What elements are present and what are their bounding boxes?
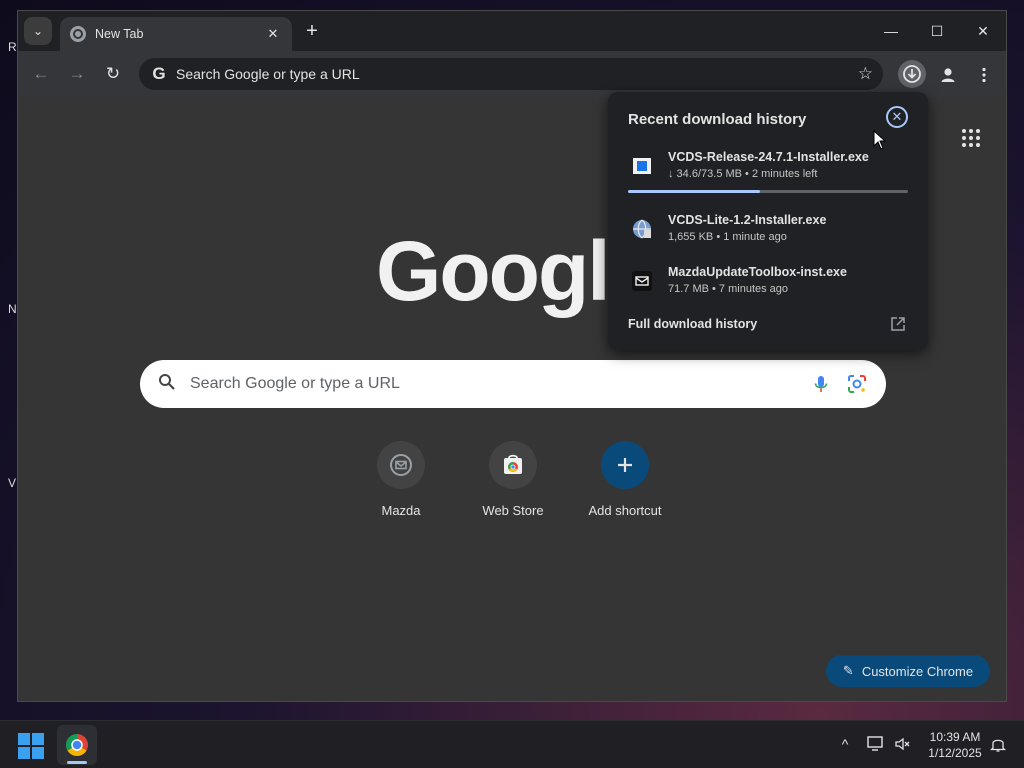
forward-button[interactable]: → xyxy=(64,61,90,87)
download-progress-bar xyxy=(628,190,908,193)
tab-new-tab[interactable]: New Tab ✕ xyxy=(60,17,292,51)
close-tab-icon[interactable]: ✕ xyxy=(264,26,282,42)
maximize-button[interactable]: ☐ xyxy=(914,17,960,45)
close-window-button[interactable]: ✕ xyxy=(960,17,1006,45)
mouse-cursor-icon xyxy=(873,129,887,155)
ntp-search-box[interactable]: Search Google or type a URL xyxy=(140,360,886,408)
download-status: ↓ 34.6/73.5 MB • 2 minutes left xyxy=(668,168,818,180)
new-tab-button[interactable]: + xyxy=(300,19,324,43)
customize-chrome-button[interactable]: ✎ Customize Chrome xyxy=(826,655,990,687)
download-filename: VCDS-Release-24.7.1-Installer.exe xyxy=(668,150,869,164)
desktop-label: N xyxy=(8,302,17,316)
clock-time: 10:39 AM xyxy=(929,730,981,744)
windows-start-icon[interactable] xyxy=(18,733,44,759)
globe-installer-icon xyxy=(630,217,654,241)
google-lens-icon[interactable] xyxy=(846,373,868,395)
google-g-icon: G xyxy=(152,64,166,83)
omnibox-text: Search Google or type a URL xyxy=(176,66,360,82)
clock-date: 1/12/2025 xyxy=(928,746,982,760)
shortcut-web-store[interactable]: Web Store xyxy=(457,441,569,518)
taskbar: ^ 10:39 AM 1/12/2025 xyxy=(0,720,1024,768)
web-store-icon xyxy=(489,441,537,489)
more-vert-icon xyxy=(982,67,986,83)
desktop-label: R xyxy=(8,40,17,54)
tab-strip: ⌄ New Tab ✕ + — ☐ ✕ xyxy=(18,11,1006,51)
voice-search-icon[interactable] xyxy=(810,373,832,395)
tab-title: New Tab xyxy=(95,27,144,41)
chrome-icon xyxy=(66,734,88,756)
shortcut-mazda[interactable]: Mazda xyxy=(345,441,457,518)
back-button[interactable]: ← xyxy=(28,61,54,87)
tab-search-button[interactable]: ⌄ xyxy=(24,17,52,45)
shortcut-label: Add shortcut xyxy=(588,503,662,518)
chevron-down-icon: ⌄ xyxy=(32,24,44,38)
download-filename: VCDS-Lite-1.2-Installer.exe xyxy=(668,213,827,227)
minimize-button[interactable]: — xyxy=(868,17,914,45)
download-icon xyxy=(903,65,921,83)
installer-icon xyxy=(630,154,654,178)
ntp-search-placeholder: Search Google or type a URL xyxy=(190,375,400,392)
plus-icon xyxy=(601,441,649,489)
system-clock[interactable]: 10:39 AM 1/12/2025 xyxy=(920,729,990,761)
download-item[interactable]: MazdaUpdateToolbox-inst.exe 71.7 MB • 7 … xyxy=(628,265,918,303)
chrome-favicon-icon xyxy=(70,26,86,42)
download-filename: MazdaUpdateToolbox-inst.exe xyxy=(668,265,847,279)
bookmark-star-icon[interactable]: ☆ xyxy=(858,64,873,84)
omnibox[interactable]: G Search Google or type a URL ☆ xyxy=(139,58,883,90)
notification-bell-icon[interactable] xyxy=(988,734,1008,754)
active-app-indicator xyxy=(67,761,87,764)
close-icon[interactable]: ✕ xyxy=(886,106,908,128)
download-item[interactable]: VCDS-Lite-1.2-Installer.exe 1,655 KB • 1… xyxy=(628,213,918,251)
download-progress-fill xyxy=(628,190,760,193)
google-apps-icon[interactable] xyxy=(962,129,980,147)
pencil-icon: ✎ xyxy=(842,663,854,678)
profile-icon xyxy=(941,68,955,82)
profile-button[interactable] xyxy=(934,61,962,89)
search-icon xyxy=(158,373,176,396)
downloads-button[interactable] xyxy=(898,60,926,88)
open-external-icon[interactable] xyxy=(890,316,906,332)
chrome-taskbar-button[interactable] xyxy=(57,725,97,765)
download-status: 71.7 MB • 7 minutes ago xyxy=(668,283,789,295)
download-bubble-title: Recent download history xyxy=(628,111,807,128)
full-download-history-link[interactable]: Full download history xyxy=(628,317,757,331)
app-installer-icon xyxy=(630,269,654,293)
shortcut-label: Web Store xyxy=(482,503,544,518)
chevron-up-icon[interactable]: ^ xyxy=(835,734,855,754)
mail-icon xyxy=(377,441,425,489)
download-item[interactable]: VCDS-Release-24.7.1-Installer.exe ↓ 34.6… xyxy=(628,150,918,188)
toolbar: ← → ↻ G Search Google or type a URL ☆ xyxy=(18,51,1006,97)
shortcut-label: Mazda xyxy=(381,503,421,518)
network-icon[interactable] xyxy=(866,734,886,754)
customize-chrome-label: Customize Chrome xyxy=(861,663,974,679)
reload-button[interactable]: ↻ xyxy=(100,61,126,87)
menu-button[interactable] xyxy=(970,61,998,89)
volume-muted-icon[interactable] xyxy=(893,734,913,754)
shortcut-add[interactable]: Add shortcut xyxy=(569,441,681,518)
download-status: 1,655 KB • 1 minute ago xyxy=(668,231,787,243)
desktop-label: V xyxy=(8,476,17,490)
